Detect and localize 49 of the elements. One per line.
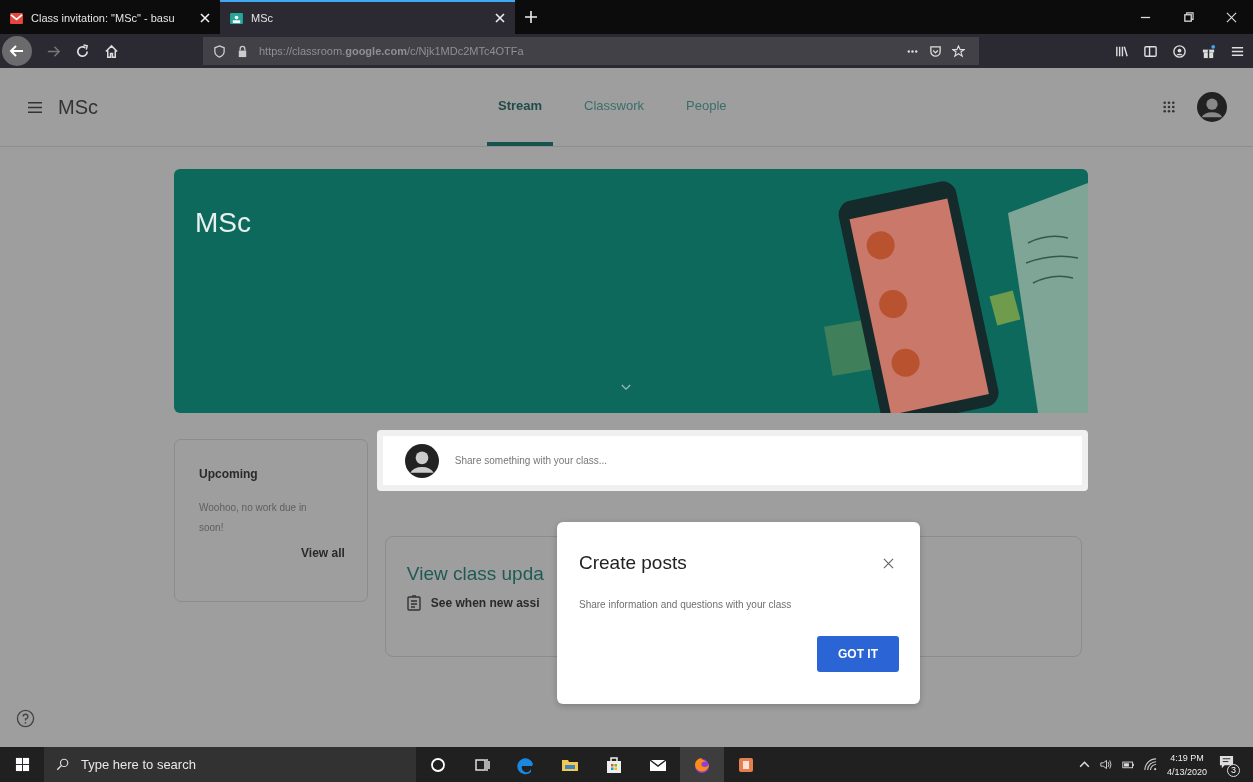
- got-it-button[interactable]: GOT IT: [817, 636, 899, 672]
- browser-tab[interactable]: Class invitation: "MSc" - basu: [0, 0, 220, 34]
- banner-title: MSc: [195, 207, 251, 239]
- class-name: MSc: [58, 95, 98, 119]
- browser-tab[interactable]: MSc: [220, 0, 515, 34]
- view-all-link[interactable]: View all: [301, 546, 345, 560]
- search-icon: [56, 758, 69, 771]
- upcoming-title: Upcoming: [199, 467, 259, 481]
- updates-title: View class upda: [406, 563, 544, 585]
- nav-tab[interactable]: Stream: [487, 68, 554, 146]
- clipboard-icon: [406, 595, 421, 611]
- clock-time: 4:19 PM: [1170, 751, 1204, 765]
- address-bar[interactable]: https://classroom.google.com/c/Njk1MDc2MTc4OTFa: [203, 37, 979, 65]
- windows-start-icon[interactable]: [15, 757, 30, 772]
- apps-grid-icon[interactable]: [1163, 101, 1175, 113]
- taskbar-search-box[interactable]: Type here to search: [44, 747, 416, 782]
- mail-favicon-icon: [10, 12, 23, 24]
- home-icon[interactable]: [104, 43, 119, 59]
- sidebar-icon[interactable]: [1143, 43, 1158, 59]
- wifi-icon[interactable]: [1143, 758, 1157, 771]
- star-icon[interactable]: [952, 44, 965, 58]
- close-tab-icon[interactable]: [200, 13, 210, 23]
- share-input-field[interactable]: Share something with your class...: [452, 454, 1082, 467]
- url-text: https://classroom.google.com/c/Njk1MDc2MTc4OTFa: [259, 45, 524, 57]
- new-tab-icon[interactable]: [525, 11, 537, 23]
- account-icon[interactable]: [1172, 43, 1187, 59]
- speaker-icon[interactable]: [1099, 758, 1113, 771]
- close-tab-icon[interactable]: [495, 13, 505, 23]
- battery-icon[interactable]: [1121, 758, 1135, 771]
- help-icon[interactable]: [16, 709, 35, 728]
- notification-count: 3: [1227, 763, 1240, 777]
- updates-text: See when new assi: [430, 596, 540, 610]
- shield-icon: [213, 44, 226, 58]
- store-bag-icon[interactable]: [604, 754, 624, 775]
- pocket-icon[interactable]: [929, 44, 942, 58]
- lock-icon: [236, 44, 249, 58]
- chevron-down-icon[interactable]: [621, 384, 631, 391]
- reload-icon[interactable]: [75, 43, 90, 59]
- back-icon[interactable]: [2, 36, 32, 66]
- restore-icon[interactable]: [1183, 11, 1194, 23]
- dialog-title: Create posts: [579, 552, 687, 574]
- gift-icon[interactable]: [1201, 43, 1216, 59]
- avatar-icon: [404, 443, 439, 478]
- dialog-text: Share information and questions with your class: [579, 599, 793, 610]
- clock-date: 4/13/2020: [1166, 765, 1207, 779]
- menu-icon[interactable]: [28, 101, 42, 113]
- person-favicon-icon: [230, 12, 243, 24]
- avatar-icon[interactable]: [1197, 92, 1227, 122]
- taskbar-search-field[interactable]: Type here to search: [79, 756, 416, 773]
